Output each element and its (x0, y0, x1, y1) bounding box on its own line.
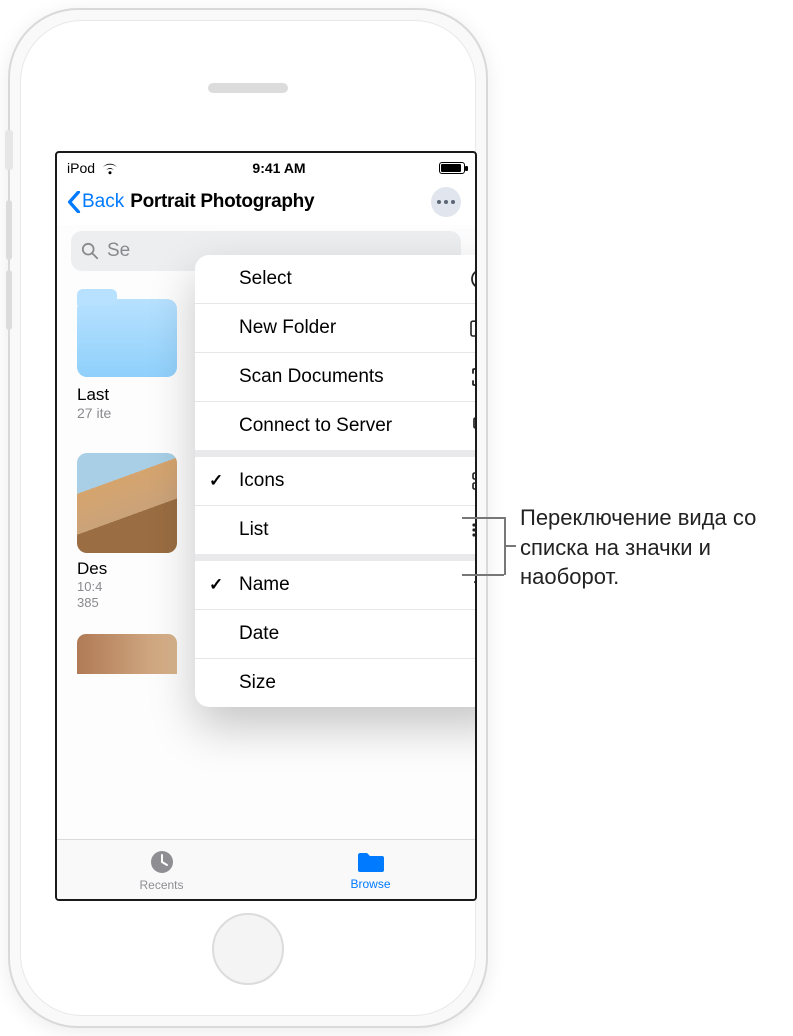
wifi-icon (101, 162, 119, 175)
status-bar: iPod 9:41 AM (57, 153, 475, 179)
list-icon (469, 522, 477, 538)
server-icon (469, 415, 477, 437)
menu-select[interactable]: Select (195, 255, 477, 304)
menu-view-list[interactable]: List (195, 506, 477, 561)
menu-sort-date[interactable]: Date (195, 610, 477, 659)
menu-label: Connect to Server (239, 415, 392, 437)
menu-label: New Folder (239, 317, 336, 339)
mute-switch (5, 130, 13, 170)
tab-label: Recents (139, 878, 183, 892)
menu-label: Size (239, 672, 276, 694)
menu-label: Date (239, 623, 279, 645)
menu-connect-server[interactable]: Connect to Server (195, 402, 477, 457)
more-menu: Select New Folder Scan Documents (195, 255, 477, 707)
menu-sort-name[interactable]: ✓ Name (195, 561, 477, 610)
menu-label: Select (239, 268, 292, 290)
checkmark-icon: ✓ (209, 575, 223, 595)
tab-browse[interactable]: Browse (266, 840, 475, 899)
screen: iPod 9:41 AM Back Portrait Photography (55, 151, 477, 901)
checkmark-icon: ✓ (209, 471, 223, 491)
back-label: Back (82, 191, 124, 213)
battery-icon (439, 162, 465, 174)
home-button[interactable] (212, 913, 284, 985)
menu-new-folder[interactable]: New Folder (195, 304, 477, 353)
device-inner: iPod 9:41 AM Back Portrait Photography (20, 20, 476, 1016)
menu-sort-size[interactable]: Size (195, 659, 477, 707)
menu-label: Scan Documents (239, 366, 384, 388)
grid-icon (469, 471, 477, 491)
new-folder-icon (469, 318, 477, 338)
image-thumbnail (77, 453, 177, 553)
search-partial-text: Se (107, 240, 130, 262)
clock: 9:41 AM (252, 160, 305, 176)
callout-connector (462, 517, 504, 519)
tab-bar: Recents Browse (57, 839, 475, 899)
more-button[interactable] (431, 187, 461, 217)
image-thumbnail[interactable] (77, 634, 177, 674)
menu-view-icons[interactable]: ✓ Icons (195, 457, 477, 506)
back-button[interactable]: Back (67, 191, 124, 213)
callout-connector (504, 545, 516, 547)
chevron-down-icon (469, 580, 477, 590)
tab-label: Browse (350, 877, 390, 891)
speaker (208, 83, 288, 93)
folder-icon (77, 299, 177, 377)
callout-text: Переключение вида со списка на значки и … (520, 503, 780, 592)
clock-icon (148, 848, 176, 876)
scan-icon (469, 366, 477, 388)
menu-label: Icons (239, 470, 284, 492)
tab-recents[interactable]: Recents (57, 840, 266, 899)
chevron-left-icon (67, 191, 81, 213)
nav-bar: Back Portrait Photography (57, 179, 475, 225)
search-icon (81, 242, 99, 260)
callout-connector (462, 574, 504, 576)
carrier-label: iPod (67, 160, 95, 176)
select-circle-icon (469, 268, 477, 290)
folder-tab-icon (356, 849, 386, 875)
menu-label: Name (239, 574, 290, 596)
volume-down-button (6, 270, 12, 330)
ellipsis-icon (437, 200, 455, 204)
device-frame: iPod 9:41 AM Back Portrait Photography (8, 8, 488, 1028)
page-title: Portrait Photography (130, 191, 314, 213)
menu-label: List (239, 519, 269, 541)
menu-scan-documents[interactable]: Scan Documents (195, 353, 477, 402)
volume-up-button (6, 200, 12, 260)
